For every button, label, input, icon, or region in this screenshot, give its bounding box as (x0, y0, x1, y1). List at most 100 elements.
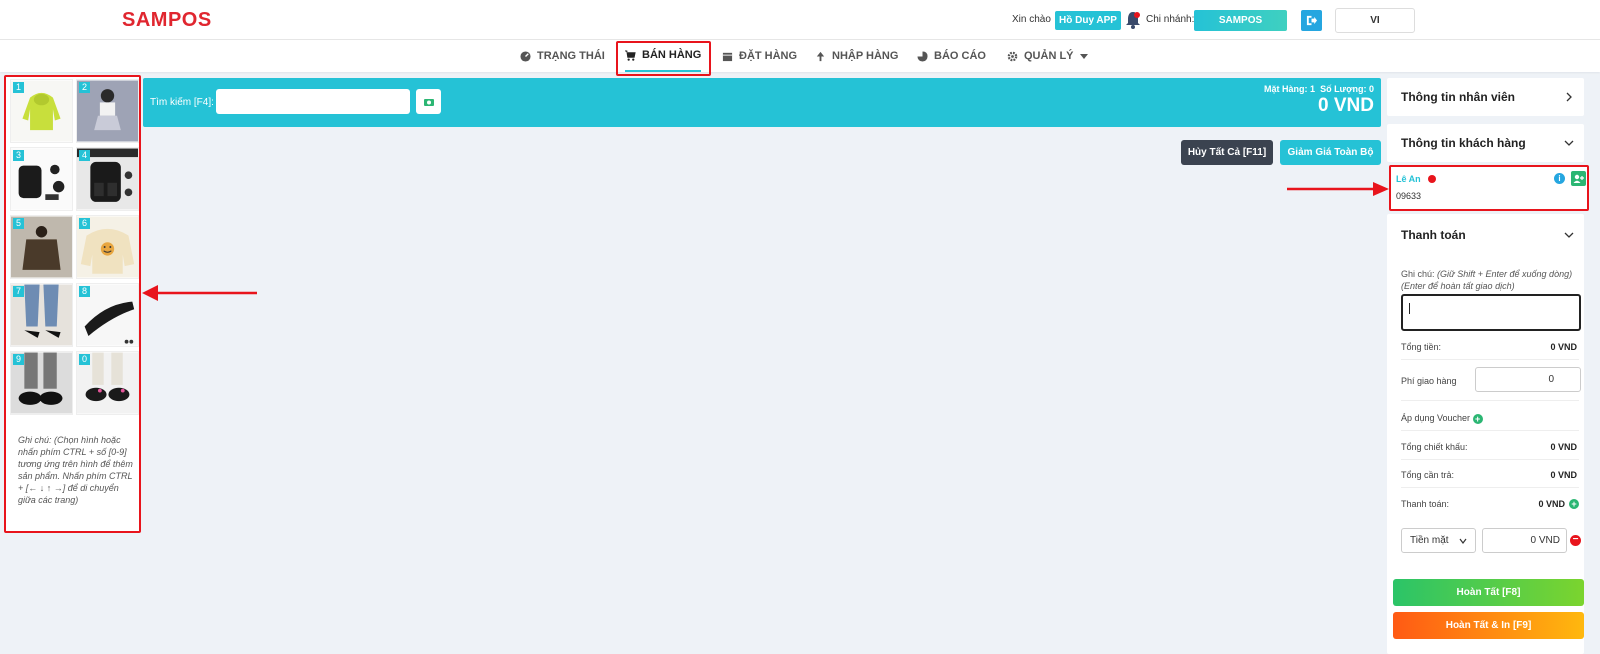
barcode-button[interactable] (416, 89, 441, 114)
note-hint-2: (Enter để hoàn tất giao dịch) (1401, 281, 1515, 291)
divider (1401, 487, 1579, 488)
product-tile[interactable]: 5 (10, 215, 73, 279)
qty-count: 0 (1368, 84, 1374, 94)
language-selector[interactable]: VI (1335, 8, 1415, 33)
tab-ban-hang[interactable]: BÁN HÀNG (625, 40, 702, 72)
total-label: Tổng tiền: (1401, 342, 1442, 352)
payable-row: Tổng cần trả: 0 VND (1401, 470, 1579, 480)
product-tile[interactable]: 8 (76, 283, 139, 347)
quick-select-note: Ghi chú: (Chọn hình hoặc nhấn phím CTRL … (18, 435, 133, 505)
hotkey-badge: 1 (13, 82, 24, 93)
tab-dat-hang[interactable]: ĐẶT HÀNG (722, 40, 797, 72)
tab-label: BÁO CÁO (934, 50, 986, 62)
annotation-arrow-right (1287, 182, 1389, 196)
cart-icon (625, 49, 636, 61)
cancel-all-button[interactable]: Hủy Tất Cả [F11] (1181, 140, 1273, 165)
add-voucher-icon[interactable]: + (1472, 413, 1483, 424)
product-tile[interactable]: 1 (10, 79, 73, 143)
hotkey-badge: 8 (79, 286, 90, 297)
dashboard-icon (520, 50, 531, 62)
search-input[interactable] (216, 89, 410, 114)
cart-stats: Mặt Hàng: 1 Số Lượng: 0 (1264, 84, 1374, 94)
branch-label: Chi nhánh: (1146, 14, 1195, 25)
logout-button[interactable] (1301, 10, 1322, 31)
tab-label: TRẠNG THÁI (537, 50, 605, 62)
shipping-fee-input[interactable]: 0 (1475, 367, 1581, 392)
items-count: 1 (1310, 84, 1316, 94)
tab-bao-cao[interactable]: BÁO CÁO (917, 40, 986, 72)
payment-fields: Ghi chú: (Giữ Shift + Enter để xuống dòn… (1387, 78, 1584, 654)
discount-row: Tổng chiết khấu: 0 VND (1401, 442, 1579, 452)
payable-value: 0 VND (1550, 470, 1577, 480)
remove-payment-icon[interactable]: − (1570, 535, 1581, 546)
annotation-arrow-left (142, 285, 257, 301)
tab-quan-ly[interactable]: QUẢN LÝ (1007, 40, 1088, 72)
discount-label: Tổng chiết khấu: (1401, 442, 1468, 452)
voucher-row: Áp dụng Voucher + (1401, 413, 1579, 424)
user-name-badge[interactable]: Hồ Duy APP (1055, 11, 1121, 30)
tab-label: NHẬP HÀNG (832, 50, 899, 62)
hotkey-badge: 3 (13, 150, 24, 161)
note-label-text: Ghi chú: (1401, 269, 1435, 279)
voucher-label: Áp dụng Voucher (1401, 413, 1471, 423)
tab-nhap-hang[interactable]: NHẬP HÀNG (815, 40, 898, 72)
total-value: 0 VND (1550, 342, 1577, 352)
main-nav: TRẠNG THÁI BÁN HÀNG ĐẶT HÀNG NHẬP HÀNG B… (0, 40, 1600, 72)
product-tile[interactable]: 4 (76, 147, 139, 211)
product-tile[interactable]: 6 (76, 215, 139, 279)
logo[interactable]: SAMPOS (122, 9, 212, 32)
hotkey-badge: 5 (13, 218, 24, 229)
product-tile[interactable]: 0 (76, 351, 139, 415)
tab-trang-thai[interactable]: TRẠNG THÁI (520, 40, 605, 72)
hotkey-badge: 4 (79, 150, 90, 161)
hotkey-badge: 7 (13, 286, 24, 297)
qty-label: Số Lượng: (1320, 84, 1367, 94)
greeting: Xin chào (1012, 14, 1051, 25)
search-label: Tìm kiếm [F4]: (150, 97, 214, 108)
pie-chart-icon (917, 50, 928, 62)
chevron-down-icon (1459, 538, 1467, 544)
paid-row: Thanh toán: 0 VND + (1401, 499, 1579, 509)
add-payment-icon[interactable]: + (1569, 499, 1579, 509)
product-tile[interactable]: 3 (10, 147, 73, 211)
calendar-icon (722, 52, 733, 61)
hotkey-badge: 0 (79, 354, 90, 365)
hotkey-badge: 6 (79, 218, 90, 229)
discount-all-button[interactable]: Giảm Giá Toàn Bộ (1280, 140, 1381, 165)
payment-amount-input[interactable]: 0 VND (1482, 528, 1567, 553)
tab-label: QUẢN LÝ (1024, 50, 1074, 62)
product-tile[interactable]: 2 (76, 79, 139, 143)
product-tile[interactable]: 7 (10, 283, 73, 347)
cart-total: 0 VND (1318, 95, 1374, 116)
payment-method-value: Tiền mặt (1410, 535, 1449, 546)
gear-icon (1007, 51, 1018, 61)
paid-label: Thanh toán: (1401, 499, 1450, 509)
tab-label: ĐẶT HÀNG (739, 50, 798, 62)
items-label: Mặt Hàng: (1264, 84, 1308, 94)
caret-down-icon (1079, 54, 1088, 59)
hotkey-badge: 2 (79, 82, 90, 93)
divider (1401, 459, 1579, 460)
divider (1401, 359, 1579, 360)
product-tile[interactable]: 9 (10, 351, 73, 415)
note-hint-1: (Giữ Shift + Enter để xuống dòng) (1437, 269, 1573, 279)
complete-button[interactable]: Hoàn Tất [F8] (1393, 579, 1584, 606)
bell-icon[interactable] (1125, 11, 1141, 29)
top-bar: SAMPOS Xin chào Hồ Duy APP Chi nhánh: SA… (0, 0, 1600, 40)
paid-value: 0 VND (1538, 499, 1565, 509)
total-row: Tổng tiền: 0 VND (1401, 342, 1579, 352)
payment-method-select[interactable]: Tiền mặt (1401, 528, 1476, 553)
branch-selector[interactable]: SAMPOS (1194, 10, 1287, 31)
arrow-up-icon (816, 51, 825, 61)
shipping-label: Phí giao hàng (1401, 376, 1457, 386)
discount-value: 0 VND (1550, 442, 1577, 452)
complete-print-button[interactable]: Hoàn Tất & In [F9] (1393, 612, 1584, 639)
search-bar: Tìm kiếm [F4]: Mặt Hàng: 1 Số Lượng: 0 0… (143, 78, 1381, 127)
tab-label: BÁN HÀNG (642, 49, 702, 61)
payable-label: Tổng cần trả: (1401, 470, 1455, 480)
note-input[interactable] (1401, 294, 1581, 331)
quick-product-panel: 1 2 3 4 5 6 7 8 9 0 Ghi chú: (Chọn hình … (4, 75, 141, 533)
text-cursor (1409, 303, 1410, 314)
camera-icon (423, 98, 434, 106)
hotkey-badge: 9 (13, 354, 24, 365)
